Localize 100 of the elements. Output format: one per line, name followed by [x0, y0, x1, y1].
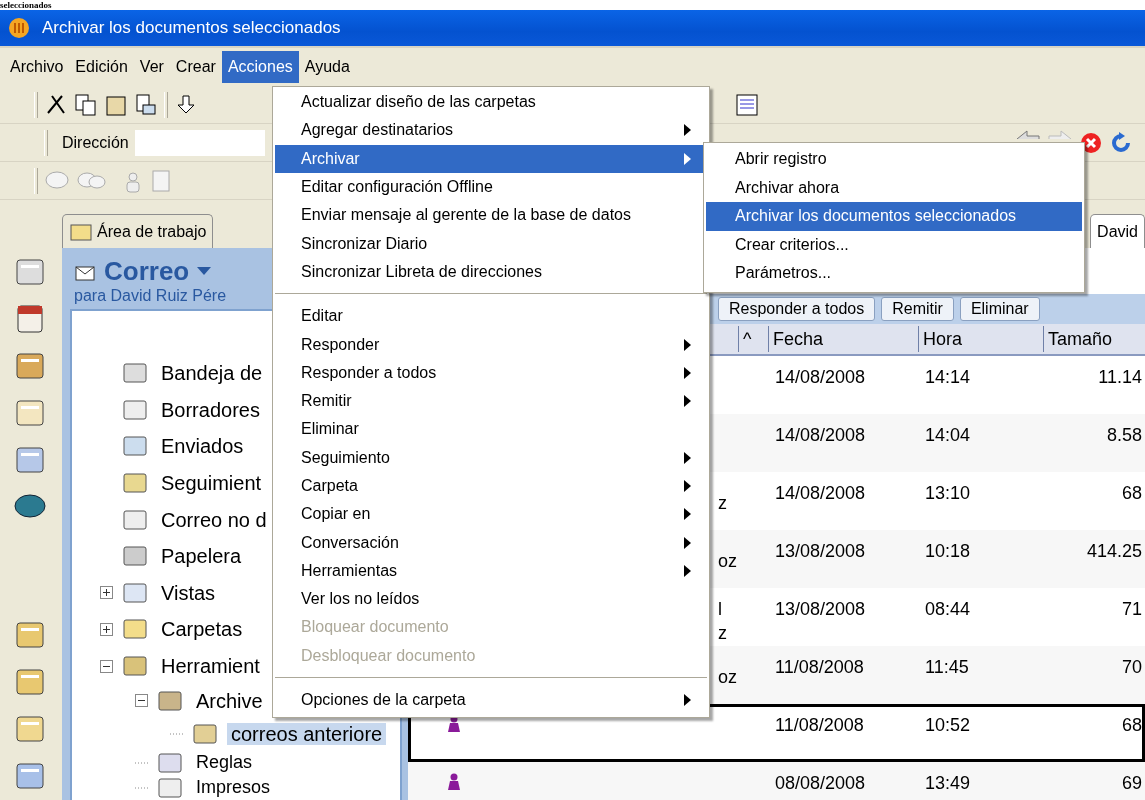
menu-title[interactable]: Ver: [133, 51, 170, 83]
time-cell-text: 14:04: [924, 425, 972, 446]
submenu-arrow-icon: [684, 451, 691, 464]
action-button[interactable]: Responder a todos: [718, 297, 876, 321]
submenu-arrow-icon: [684, 152, 691, 165]
submenu-arrow-icon: [684, 124, 691, 137]
tree-item[interactable]: Enviados: [157, 435, 248, 458]
document-icon[interactable]: [735, 92, 759, 117]
date-cell-text: 08/08/2008: [774, 773, 867, 794]
navigator-title[interactable]: Correo: [104, 256, 190, 287]
tree-item[interactable]: Borradores: [157, 398, 264, 421]
submenu-arrow-icon: [684, 508, 691, 521]
submenu-arrow-icon: [684, 338, 691, 351]
tree-item[interactable]: Impresos: [192, 777, 275, 798]
tree-item[interactable]: Archive: [192, 689, 267, 712]
time-cell-text: 10:52: [924, 715, 972, 736]
collapse-icon[interactable]: [100, 659, 113, 673]
sender-text: z: [718, 623, 728, 643]
column-header[interactable]: ^: [738, 326, 768, 352]
menu-item[interactable]: Archivar los documentos seleccionados: [706, 202, 1082, 231]
tree-item[interactable]: Reglas: [192, 752, 257, 773]
time-cell-text: 08:44: [924, 599, 972, 620]
menu-item[interactable]: Parámetros...: [706, 259, 1082, 288]
date-cell-text: 13/08/2008: [774, 541, 867, 562]
time-cell-text: 13:49: [924, 773, 972, 794]
workspace-tab[interactable]: Área de trabajo: [62, 214, 214, 248]
size-cell-text: 70: [1120, 657, 1142, 678]
action-button[interactable]: Remitir: [881, 297, 954, 321]
tree-item[interactable]: correos anteriore: [227, 722, 387, 745]
size-cell-text: 68: [1120, 483, 1142, 504]
size-cell-text: 68: [1120, 715, 1142, 736]
menu-title[interactable]: Acciones: [221, 51, 299, 83]
date-cell-text: 14/08/2008: [774, 483, 867, 504]
page-text: seleccionados: [0, 0, 52, 10]
tree-item[interactable]: Carpetas: [157, 618, 247, 641]
time-cell-text: 13:10: [924, 483, 972, 504]
size-cell-text: 8.58: [1105, 425, 1142, 446]
menu-title[interactable]: Crear: [169, 51, 222, 83]
copy-icon[interactable]: [74, 92, 98, 117]
menu-title[interactable]: Edición: [69, 51, 134, 83]
app-logo-icon: [8, 17, 30, 39]
tree-item[interactable]: Correo no d: [157, 508, 271, 531]
size-cell-text: 69: [1120, 773, 1142, 794]
tree-connector-line: [170, 732, 183, 735]
mail-tab[interactable]: David: [1090, 214, 1145, 248]
back-arrow-icon[interactable]: [1015, 128, 1041, 139]
paste-icon[interactable]: [134, 92, 158, 117]
tree-item[interactable]: Papelera: [157, 545, 246, 568]
refresh-icon[interactable]: [1109, 130, 1133, 155]
time-cell-text: 10:18: [924, 541, 972, 562]
collapse-icon[interactable]: [135, 694, 148, 708]
navigator-subtitle: para David Ruiz Pére: [73, 287, 228, 305]
date-cell-text: 11/08/2008: [774, 657, 865, 678]
date-cell-text: 14/08/2008: [774, 425, 867, 446]
submenu-arrow-icon: [684, 536, 691, 549]
menu-item[interactable]: Crear criterios...: [706, 230, 1082, 259]
expand-icon[interactable]: [100, 622, 113, 636]
address-label: Dirección: [62, 133, 129, 152]
sender-text: oz: [718, 667, 738, 687]
size-cell-text: 11.14: [1097, 367, 1142, 388]
size-cell-text: 71: [1120, 599, 1142, 620]
menu-item[interactable]: Abrir registro: [706, 145, 1082, 174]
dropdown-caret-icon[interactable]: [197, 266, 212, 277]
menu-item[interactable]: Editar: [275, 302, 707, 331]
menu-item[interactable]: Editar configuración Offline: [275, 172, 707, 202]
tree-connector-line: [135, 761, 148, 764]
column-header[interactable]: Tamaño: [1043, 326, 1145, 352]
column-header[interactable]: Fecha: [768, 326, 918, 352]
menu-title[interactable]: Archivo: [4, 51, 70, 83]
menu-item[interactable]: Agregar destinatarios: [275, 116, 707, 145]
menu-item[interactable]: Archivar ahora: [706, 173, 1082, 202]
submenu-arrow-icon: [684, 480, 691, 492]
sender-text: oz: [718, 551, 738, 571]
submenu-arrow-icon: [684, 366, 691, 379]
menu-item[interactable]: Sincronizar Diario: [275, 229, 707, 258]
window-title: Archivar los documentos seleccionados: [42, 18, 341, 38]
address-field[interactable]: [134, 129, 265, 156]
sender-text: l: [718, 599, 723, 619]
message-row[interactable]: 08/08/2008 13:49 69: [408, 762, 1145, 800]
expand-icon[interactable]: [100, 586, 113, 600]
time-cell-text: 14:14: [924, 367, 972, 388]
time-cell-text: 11:45: [924, 657, 970, 678]
submenu-arrow-icon: [684, 564, 691, 577]
tree-item[interactable]: Herramient: [157, 655, 264, 678]
sender-text: z: [718, 493, 728, 513]
tree-connector-line: [135, 786, 148, 789]
tree-item[interactable]: Bandeja de: [157, 362, 267, 385]
size-cell-text: 414.25: [1085, 541, 1142, 562]
column-header[interactable]: Hora: [918, 326, 1043, 352]
tree-item[interactable]: Seguimient: [157, 472, 266, 495]
tree-item[interactable]: Vistas: [157, 581, 220, 604]
submenu-arrow-icon: [684, 694, 691, 707]
menu-title[interactable]: Ayuda: [298, 51, 356, 83]
menu-item[interactable]: Enviar mensaje al gerente de la base de datos: [275, 201, 707, 230]
date-cell-text: 11/08/2008: [774, 715, 865, 736]
menu-item[interactable]: Sincronizar Libreta de direcciones: [275, 257, 707, 287]
action-button[interactable]: Eliminar: [959, 297, 1040, 321]
submenu-arrow-icon: [684, 395, 691, 408]
date-cell-text: 13/08/2008: [774, 599, 867, 620]
menu-item[interactable]: Responder: [275, 330, 707, 359]
